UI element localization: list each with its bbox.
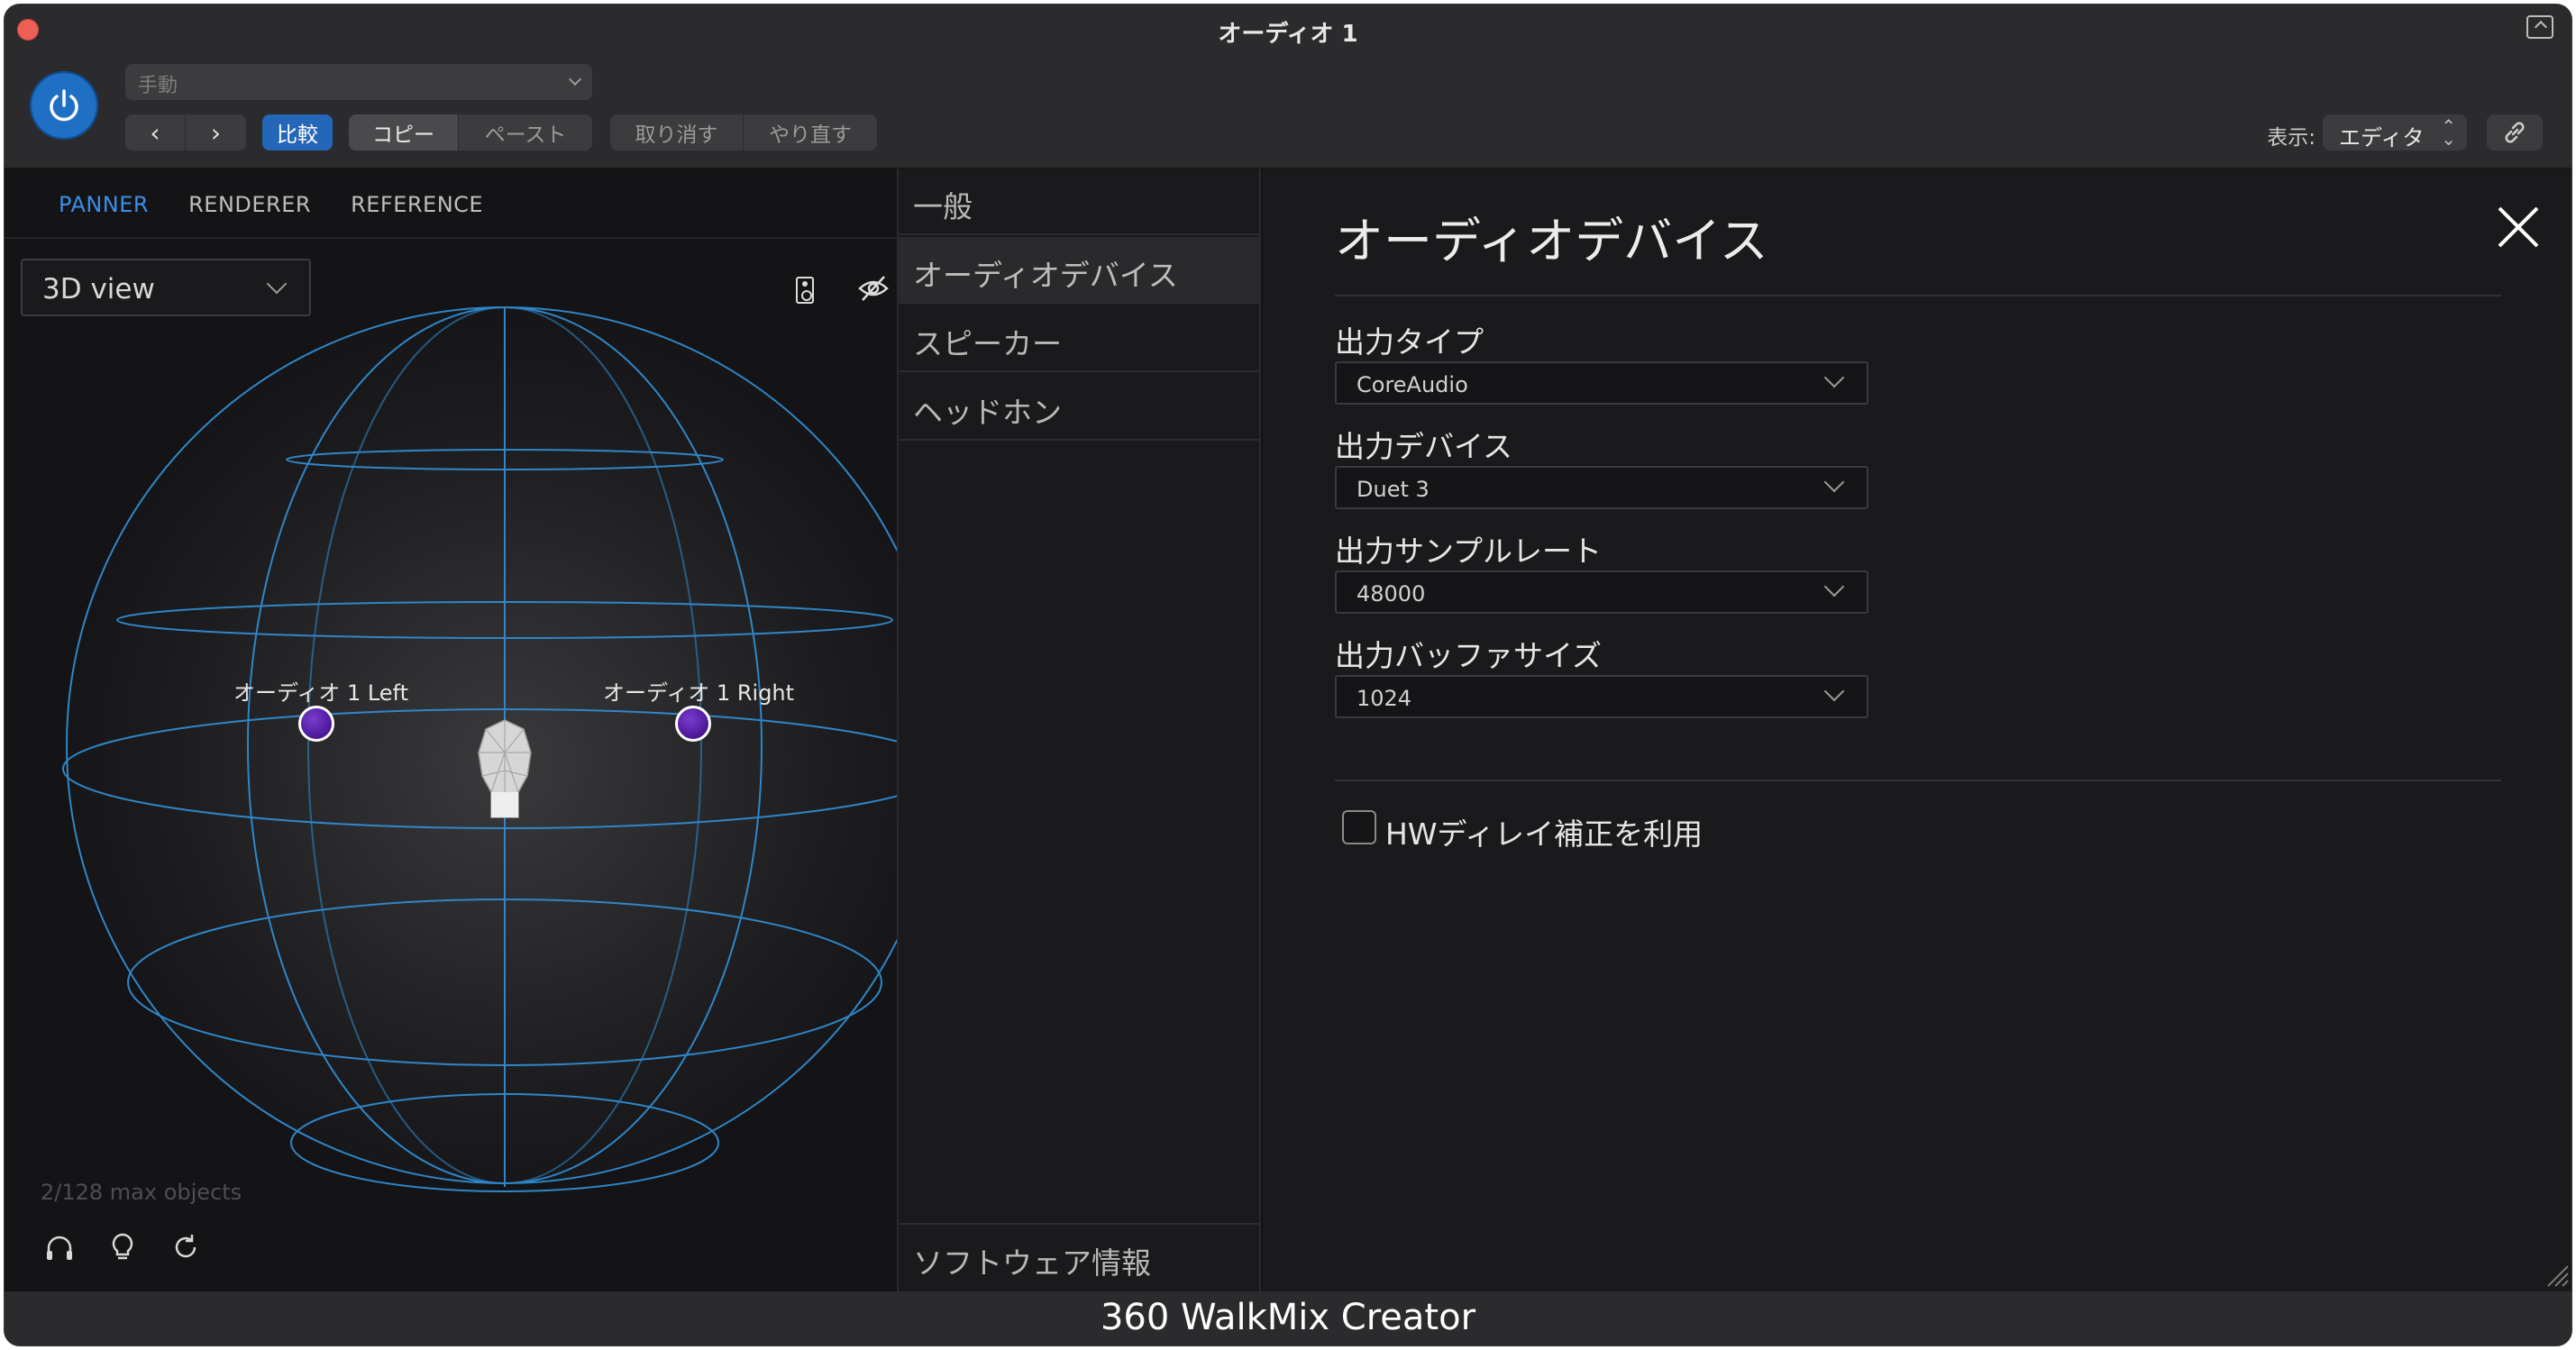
resize-grip-icon[interactable]: [2543, 1261, 2570, 1288]
headphones-icon[interactable]: [44, 1232, 75, 1263]
preset-nav-group: ‹ ›: [125, 114, 246, 151]
refresh-icon[interactable]: [170, 1232, 201, 1263]
link-icon: [2505, 122, 2525, 143]
sample-rate-select[interactable]: 48000: [1335, 570, 1868, 614]
chevron-down-icon: [1823, 471, 1845, 493]
menu-item-general[interactable]: 一般: [899, 169, 1259, 235]
sample-rate-label: 出力サンプルレート: [1335, 534, 1603, 569]
section-divider: [1335, 780, 2501, 781]
lightbulb-icon[interactable]: [107, 1232, 138, 1263]
preset-select[interactable]: 手動: [125, 64, 592, 100]
plugin-window: オーディオ 1 手動 ‹ › 比較 コピー ペースト 取り消す やり直す 表示:: [4, 4, 2572, 1346]
buffer-size-label: 出力バッファサイズ: [1335, 638, 1603, 673]
tab-reference[interactable]: REFERENCE: [351, 192, 483, 217]
paste-button[interactable]: ペースト: [459, 114, 592, 151]
display-label: 表示:: [2267, 126, 2316, 150]
title-bar: オーディオ 1: [5, 5, 2571, 57]
chevron-down-icon: [1823, 367, 1845, 388]
float-window-icon[interactable]: [2526, 15, 2553, 39]
tab-panner[interactable]: PANNER: [59, 192, 149, 217]
compare-button[interactable]: 比較: [262, 114, 333, 151]
hw-delay-checkbox[interactable]: [1342, 810, 1376, 844]
object-right-dot[interactable]: [675, 706, 711, 742]
object-count: 2/128 max objects: [41, 1180, 242, 1205]
redo-button[interactable]: やり直す: [744, 114, 877, 151]
copy-paste-group: コピー ペースト: [349, 114, 592, 151]
output-device-value: Duet 3: [1357, 477, 1430, 502]
display-select-value: エディタ: [2339, 125, 2425, 151]
panner-tabs: PANNER RENDERER REFERENCE: [59, 192, 523, 217]
sample-rate-value: 48000: [1357, 581, 1426, 607]
display-select[interactable]: エディタ ⌃ ⌄: [2323, 114, 2467, 151]
output-device-select[interactable]: Duet 3: [1335, 466, 1868, 509]
chevron-down-icon: [1823, 576, 1845, 597]
preset-select-value: 手動: [138, 75, 178, 97]
menu-item-software-info[interactable]: ソフトウェア情報: [899, 1223, 1259, 1290]
settings-menu: 一般 オーディオデバイス スピーカー ヘッドホン ソフトウェア情報: [897, 169, 1261, 1291]
plugin-body: PANNER RENDERER REFERENCE 3D view オーディオ …: [5, 169, 2571, 1291]
link-button[interactable]: [2487, 114, 2543, 151]
audio-device-settings: オーディオデバイス 出力タイプ CoreAudio 出力デバイス Duet 3 …: [1263, 169, 2571, 1291]
window-title: オーディオ 1: [1218, 21, 1358, 48]
buffer-size-select[interactable]: 1024: [1335, 675, 1868, 718]
host-toolbar: 手動 ‹ › 比較 コピー ペースト 取り消す やり直す 表示: エディタ ⌃ ⌄: [5, 57, 2571, 169]
next-preset-button[interactable]: ›: [186, 114, 246, 151]
panner-bottom-toolbar: [44, 1232, 201, 1263]
menu-item-headphones[interactable]: ヘッドホン: [899, 374, 1259, 441]
updown-chevron-icon: ⌃ ⌄: [2441, 115, 2456, 150]
3d-sphere-view[interactable]: [5, 239, 897, 1212]
hw-delay-label: HWディレイ補正を利用: [1385, 816, 1704, 852]
view-select[interactable]: 3D view: [21, 259, 311, 316]
chevron-down-icon: [568, 72, 582, 87]
output-type-label: 出力タイプ: [1335, 324, 1484, 360]
page-title: オーディオデバイス: [1335, 213, 1768, 269]
bypass-power-button[interactable]: [30, 71, 98, 140]
footer-product-name: 360 WalkMix Creator: [5, 1291, 2571, 1345]
output-type-value: CoreAudio: [1357, 372, 1468, 397]
previous-preset-button[interactable]: ‹: [125, 114, 186, 151]
chevron-down-icon: [1823, 680, 1845, 702]
panner-panel: PANNER RENDERER REFERENCE 3D view オーディオ …: [5, 169, 897, 1291]
object-label-right: オーディオ 1 Right: [603, 680, 795, 706]
menu-item-audio-device[interactable]: オーディオデバイス: [899, 237, 1259, 304]
power-icon: [50, 89, 78, 122]
object-left-dot[interactable]: [298, 706, 334, 742]
chevron-down-icon: [266, 273, 288, 295]
view-select-value: 3D view: [42, 273, 155, 306]
output-type-select[interactable]: CoreAudio: [1335, 361, 1868, 405]
close-icon[interactable]: [2496, 205, 2541, 250]
listener-head-icon: [478, 719, 532, 818]
buffer-size-value: 1024: [1357, 686, 1412, 711]
menu-item-speaker[interactable]: スピーカー: [899, 306, 1259, 372]
object-label-left: オーディオ 1 Left: [233, 680, 408, 706]
output-device-label: 出力デバイス: [1335, 429, 1513, 464]
hide-eye-icon[interactable]: [857, 273, 890, 304]
undo-redo-group: 取り消す やり直す: [610, 114, 877, 151]
speaker-icon[interactable]: [796, 277, 814, 304]
copy-button[interactable]: コピー: [349, 114, 459, 151]
undo-button[interactable]: 取り消す: [610, 114, 744, 151]
title-divider: [1335, 295, 2501, 296]
tab-renderer[interactable]: RENDERER: [188, 192, 311, 217]
